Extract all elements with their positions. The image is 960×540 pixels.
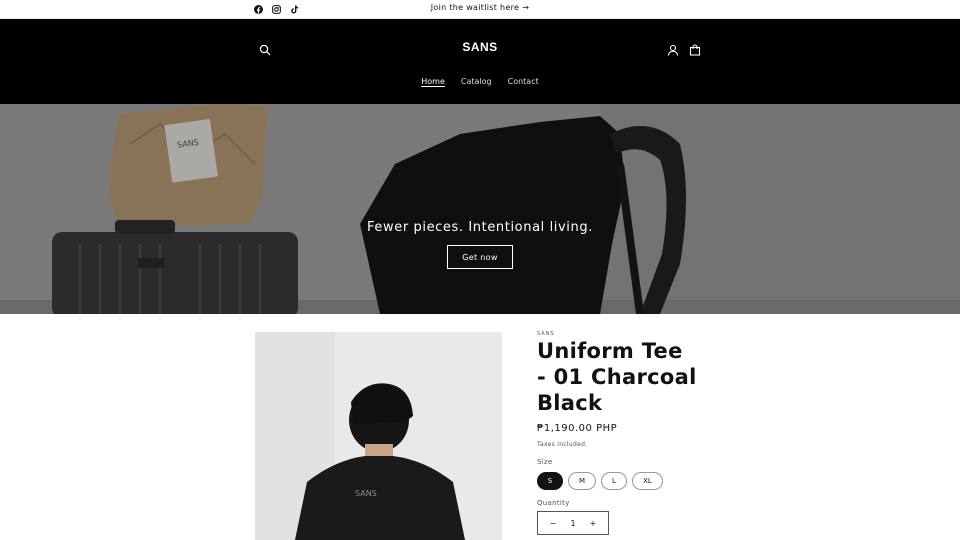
waitlist-link[interactable]: Join the waitlist here → [0, 3, 960, 12]
hero-overlay [0, 104, 960, 314]
quantity-stepper: − 1 + [537, 511, 609, 535]
get-now-button[interactable]: Get now [447, 245, 513, 269]
product-photo: SANS [255, 332, 502, 540]
quantity-label: Quantity [537, 499, 570, 507]
taxes-note: Taxes included. [537, 441, 588, 448]
waitlist-text: Join the waitlist here [430, 3, 520, 12]
nav-catalog[interactable]: Catalog [459, 77, 494, 86]
quantity-input[interactable]: 1 [566, 519, 580, 528]
size-label: Size [537, 458, 553, 466]
site-header: SANS Home Catalog Contact [0, 19, 960, 104]
size-option-m[interactable]: M [568, 472, 596, 490]
product-image[interactable]: SANS [255, 332, 502, 540]
nav-home[interactable]: Home [419, 77, 447, 86]
announcement-bar: Join the waitlist here → [0, 0, 960, 19]
size-selector: S M L XL [537, 472, 663, 490]
account-icon[interactable] [667, 41, 681, 56]
arrow-right-icon: → [522, 3, 530, 12]
size-option-s[interactable]: S [537, 472, 563, 490]
cart-icon[interactable] [689, 41, 703, 56]
quantity-decrease-button[interactable]: − [546, 519, 560, 528]
product-vendor: SANS [537, 331, 555, 337]
hero-banner: SANS Fewer pieces. Intentional living. G… [0, 104, 960, 314]
quantity-increase-button[interactable]: + [586, 519, 600, 528]
nav-contact[interactable]: Contact [506, 77, 541, 86]
size-option-l[interactable]: L [601, 472, 627, 490]
hero-heading: Fewer pieces. Intentional living. [367, 220, 593, 235]
shirt-print: SANS [355, 489, 377, 498]
product-price: ₱1,190.00 PHP [537, 423, 618, 434]
product-title: Uniform Tee - 01 Charcoal Black [537, 339, 697, 415]
main-nav: Home Catalog Contact [0, 77, 960, 86]
store-logo[interactable]: SANS [0, 40, 960, 54]
size-option-xl[interactable]: XL [632, 472, 663, 490]
